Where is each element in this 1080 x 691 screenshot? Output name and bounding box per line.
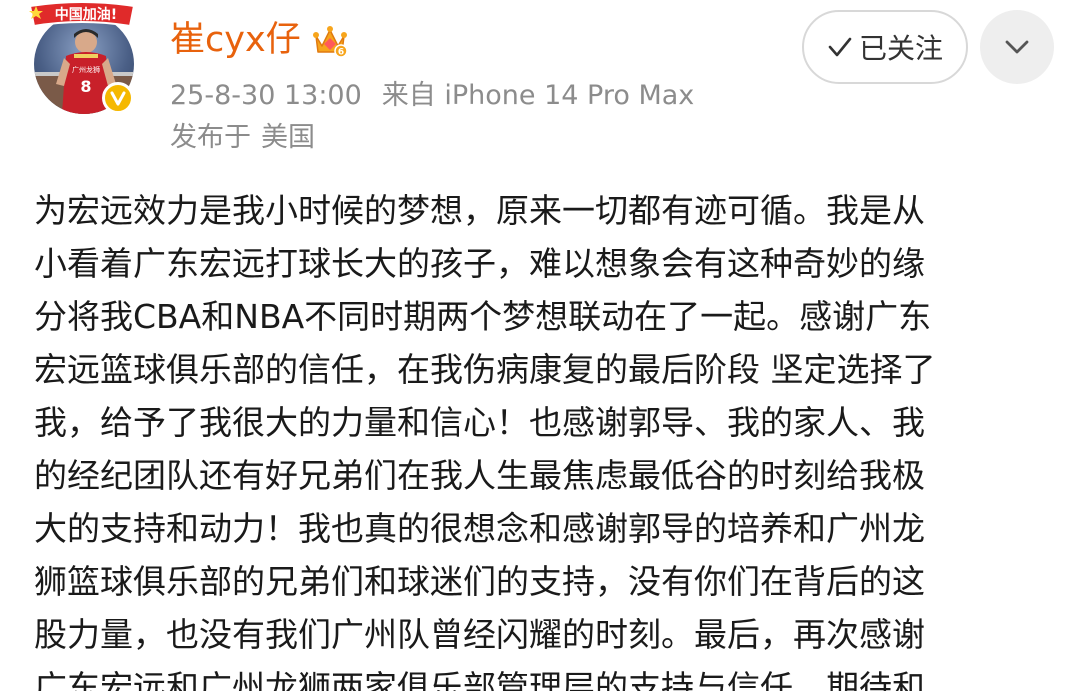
post-text-line: 我，给予了我很大的力量和信心！也感谢郭导、我的家人、我: [34, 403, 925, 442]
location-label: 发布于: [170, 122, 251, 153]
avatar-banner-text: 中国加油!: [55, 6, 117, 23]
follow-button[interactable]: 已关注: [802, 10, 968, 84]
check-icon: [828, 37, 852, 57]
post-text-line: 为宏远效力是我小时候的梦想，原来一切都有迹可循。我是从: [34, 191, 925, 230]
post-location: 发布于 美国: [170, 118, 315, 158]
follow-label: 已关注: [858, 32, 943, 65]
location-value: 美国: [261, 122, 315, 153]
post-text-line: 分将我CBA和NBA不同时期两个梦想联动在了一起。感谢广东: [34, 297, 932, 336]
username[interactable]: 崔cyx仔: [170, 12, 301, 68]
post-text: 为宏远效力是我小时候的梦想，原来一切都有迹可循。我是从 小看着广东宏远打球长大的孩…: [34, 184, 1044, 691]
more-options-button[interactable]: [980, 10, 1054, 84]
post-text-line: 狮篮球俱乐部的兄弟们和球迷们的支持，没有你们在背后的这: [34, 562, 925, 601]
post-text-line: 大的支持和动力！我也真的很想念和感谢郭导的培养和广州龙: [34, 509, 925, 548]
post-time: 25-8-30 13:00: [170, 80, 362, 111]
post-meta: 25-8-30 13:00 来自 iPhone 14 Pro Max: [170, 76, 694, 116]
post-source: 来自 iPhone 14 Pro Max: [381, 80, 695, 111]
weibo-post-page: 广州龙狮 8 中国加油! 崔cyx仔 6 25-8-30 13:00 来自 iP…: [0, 0, 1080, 691]
post-text-line: 的经纪团队还有好兄弟们在我人生最焦虑最低谷的时刻给我极: [34, 456, 925, 495]
post-text-line: 广东宏远和广州龙狮两家俱乐部管理层的支持与信任，期待和: [34, 668, 925, 691]
crown-icon[interactable]: 6: [310, 20, 350, 60]
chevron-down-icon: [1005, 40, 1029, 54]
avatar-banner: 中国加油!: [28, 1, 136, 28]
svg-text:6: 6: [338, 48, 344, 58]
post-text-line: 股力量，也没有我们广州队曾经闪耀的时刻。最后，再次感谢: [34, 615, 925, 654]
post-text-line: 宏远篮球俱乐部的信任，在我伤病康复的最后阶段 坚定选择了: [34, 350, 936, 389]
jersey-number: 8: [80, 77, 91, 96]
post-text-line: 小看着广东宏远打球长大的孩子，难以想象会有这种奇妙的缘: [34, 244, 925, 283]
verified-badge-icon: [102, 82, 134, 114]
svg-text:广州龙狮: 广州龙狮: [72, 65, 100, 74]
avatar-container[interactable]: 广州龙狮 8 中国加油!: [26, 0, 138, 118]
